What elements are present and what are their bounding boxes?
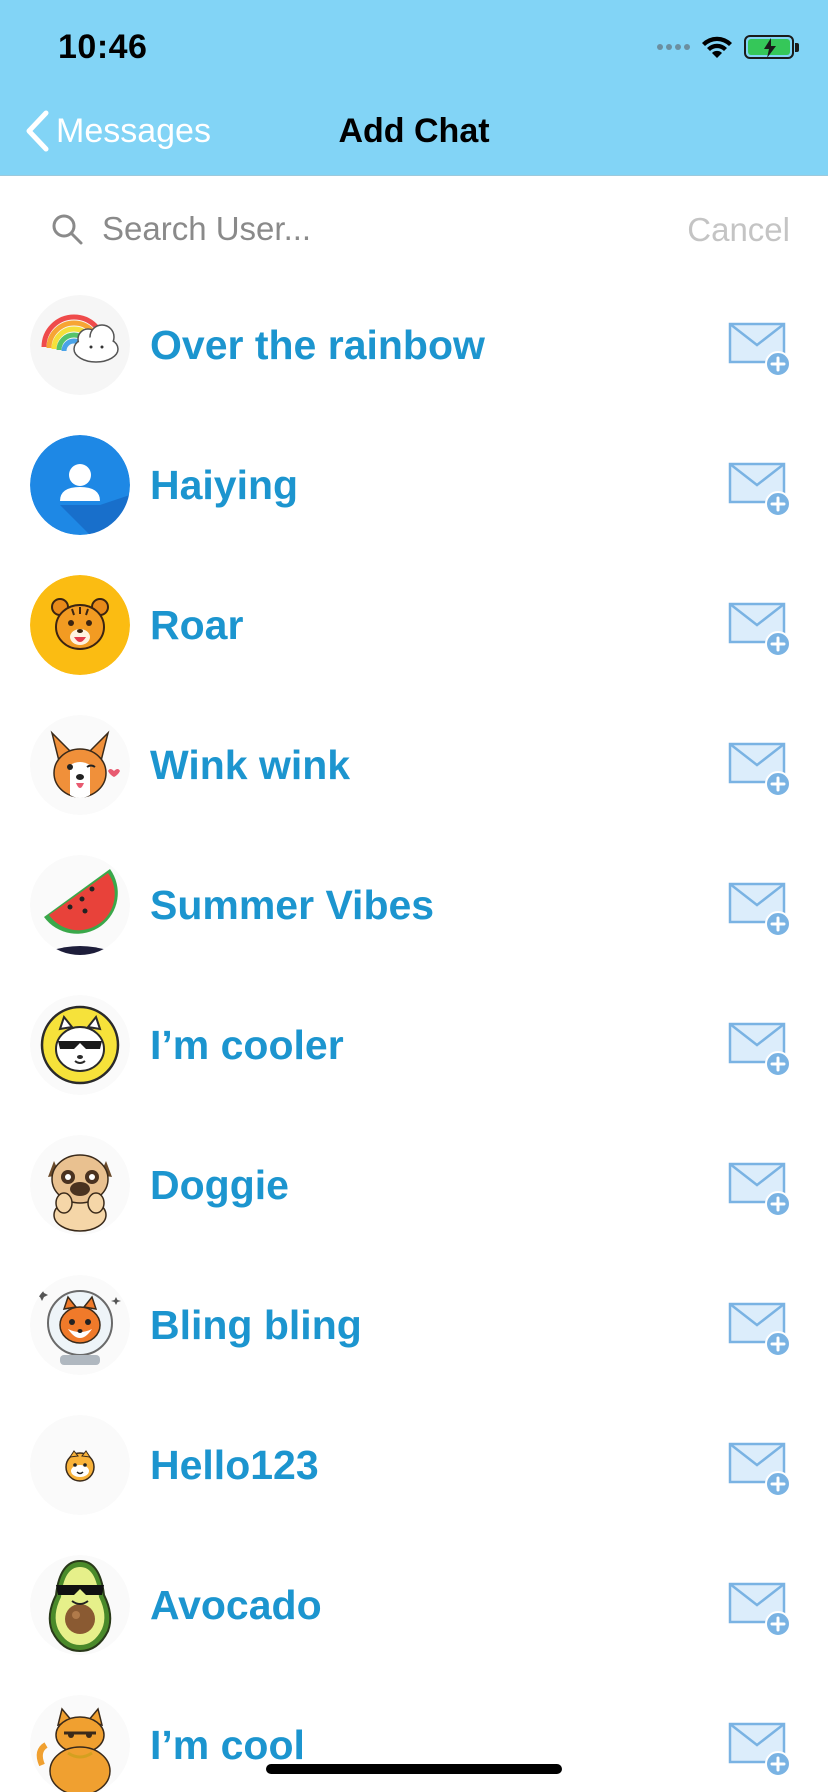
add-chat-mail-icon[interactable]: [728, 1161, 794, 1219]
home-indicator[interactable]: [266, 1764, 562, 1774]
status-time: 10:46: [58, 28, 148, 66]
user-name: Doggie: [150, 1162, 289, 1208]
signal-icon: [657, 44, 690, 50]
add-chat-mail-icon[interactable]: [728, 601, 794, 659]
orange-cat-avatar: [30, 1695, 130, 1792]
person-silhouette-avatar: [30, 435, 130, 535]
rainbow-cloud-avatar: [30, 295, 130, 395]
cool-cat-sunglasses-avatar: [30, 995, 130, 1095]
wifi-icon: [700, 34, 734, 60]
user-name: Bling bling: [150, 1302, 362, 1348]
corgi-avatar: [30, 715, 130, 815]
add-chat-mail-icon[interactable]: [728, 741, 794, 799]
search-input[interactable]: [102, 204, 562, 254]
list-item[interactable]: Hello123: [0, 1406, 828, 1546]
add-chat-mail-icon[interactable]: [728, 881, 794, 939]
search-icon: [52, 214, 83, 245]
cancel-button[interactable]: Cancel: [687, 211, 790, 249]
tiger-avatar: [30, 575, 130, 675]
status-icons: [657, 34, 799, 60]
user-list: Over the rainbow Haiying Roar Wink wink …: [0, 286, 828, 1792]
add-chat-mail-icon[interactable]: [728, 1441, 794, 1499]
battery-icon: [744, 35, 799, 59]
user-name: I’m cooler: [150, 1022, 344, 1068]
add-chat-mail-icon[interactable]: [728, 1581, 794, 1639]
avocado-avatar: [30, 1555, 130, 1655]
add-chat-mail-icon[interactable]: [728, 1301, 794, 1359]
add-chat-mail-icon[interactable]: [728, 461, 794, 519]
list-item[interactable]: Over the rainbow: [0, 286, 828, 426]
list-item[interactable]: Haiying: [0, 426, 828, 566]
add-chat-mail-icon[interactable]: [728, 1021, 794, 1079]
page-title: Add Chat: [338, 112, 490, 150]
small-face-avatar: [30, 1415, 130, 1515]
user-name: Over the rainbow: [150, 322, 485, 368]
search-bar: Cancel: [0, 176, 828, 286]
list-item[interactable]: Avocado: [0, 1546, 828, 1686]
add-chat-mail-icon[interactable]: [728, 321, 794, 379]
navigation-header: 10:46 Messages Add Chat: [0, 0, 828, 176]
list-item[interactable]: Wink wink: [0, 706, 828, 846]
user-name: I’m cool: [150, 1722, 305, 1768]
list-item[interactable]: Bling bling: [0, 1266, 828, 1406]
user-name: Haiying: [150, 462, 299, 508]
add-chat-mail-icon[interactable]: [728, 1721, 794, 1779]
user-name: Roar: [150, 602, 244, 648]
list-item[interactable]: Doggie: [0, 1126, 828, 1266]
list-item[interactable]: Roar: [0, 566, 828, 706]
user-name: Wink wink: [150, 742, 351, 788]
space-fox-avatar: [30, 1275, 130, 1375]
list-item[interactable]: I’m cool: [0, 1686, 828, 1792]
list-item[interactable]: Summer Vibes: [0, 846, 828, 986]
list-item[interactable]: I’m cooler: [0, 986, 828, 1126]
user-name: Avocado: [150, 1582, 322, 1628]
pug-avatar: [30, 1135, 130, 1235]
user-name: Summer Vibes: [150, 882, 435, 928]
user-name: Hello123: [150, 1442, 319, 1488]
watermelon-avatar: [30, 855, 130, 955]
